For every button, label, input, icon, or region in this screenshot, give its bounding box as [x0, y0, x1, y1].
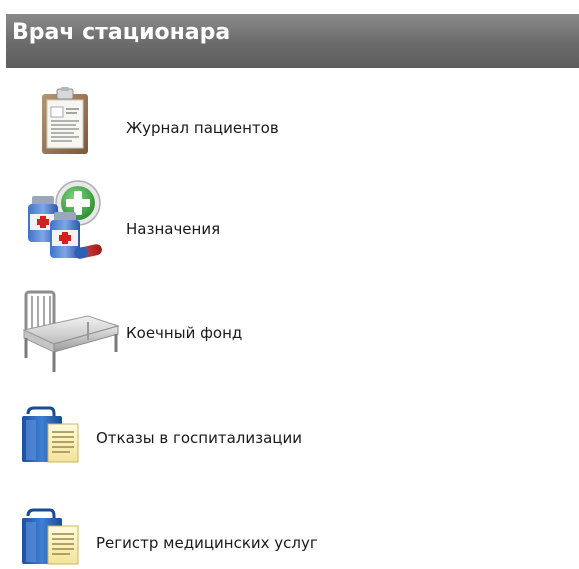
menu-item-label: Назначения [126, 220, 221, 238]
menu-item-bed-fund[interactable]: Коечный фонд [0, 286, 360, 376]
clipboard-icon [38, 86, 94, 156]
menu-item-medical-services-register[interactable]: Регистр медицинских услуг [0, 508, 400, 568]
medicine-add-icon [22, 178, 106, 268]
section-title: Врач стационара [12, 20, 231, 45]
menu-item-label: Журнал пациентов [126, 119, 279, 137]
menu-item-label: Отказы в госпитализации [96, 429, 302, 447]
menu-item-label: Коечный фонд [126, 324, 243, 342]
section-header: Врач стационара [6, 14, 579, 68]
menu-item-patient-journal[interactable]: Журнал пациентов [0, 84, 360, 158]
menu-item-hospitalization-refusals[interactable]: Отказы в госпитализации [0, 404, 400, 468]
menu-item-label: Регистр медицинских услуг [96, 534, 318, 552]
menu-item-prescriptions[interactable]: Назначения [0, 178, 360, 268]
hospital-bed-icon [18, 286, 122, 376]
folder-document-icon [20, 406, 82, 466]
folder-document-icon [20, 508, 82, 568]
